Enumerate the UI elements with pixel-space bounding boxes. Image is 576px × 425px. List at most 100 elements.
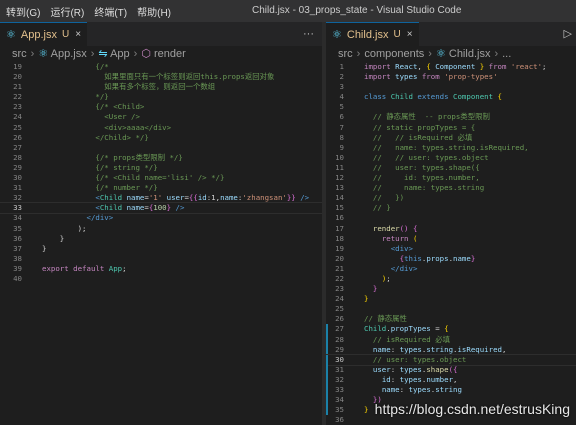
code-line[interactable]: 19 {/* (0, 62, 322, 72)
code-line[interactable]: 22 */} (0, 92, 322, 102)
breadcrumb-src[interactable]: src (12, 48, 27, 60)
code-editor-left[interactable]: 19 {/* 20 如果里面只有一个标签则返回this.props返回对象 21 如… (0, 62, 322, 425)
breadcrumb-file[interactable]: Child.jsx (449, 48, 491, 60)
code-line[interactable]: 27 Child.propTypes = { (326, 324, 576, 335)
code-line[interactable]: 31 user: types.shape({ (326, 364, 576, 375)
code-line[interactable]: 25 (326, 304, 576, 314)
code-line[interactable]: 4 class Child extends Component { (326, 92, 576, 102)
close-tab-icon[interactable]: × (407, 29, 413, 40)
code-line[interactable]: 30 {/* <Child name='lisi' /> */} (0, 173, 322, 183)
code-token: App (108, 263, 123, 273)
code-line[interactable]: 24 <User /> (0, 112, 322, 122)
code-line[interactable]: 18 return ( (326, 234, 576, 244)
code-line[interactable]: 26 </Child> */} (0, 133, 322, 143)
line-number: 28 (13, 152, 22, 162)
code-token: name (372, 344, 391, 354)
line-number: 29 (335, 344, 344, 354)
code-line[interactable]: 25 <div>aaaa</div> (0, 123, 322, 133)
code-line[interactable]: 29 name: types.string.isRequired, (326, 344, 576, 355)
code-line[interactable]: 23 {/* <Child> (0, 102, 322, 112)
code-line[interactable]: 15 // } (326, 203, 576, 213)
menu-item-goto[interactable]: 转到(G) (6, 4, 40, 19)
code-token: // } (364, 203, 391, 213)
code-line[interactable]: 10 // // user: types.object (326, 153, 576, 163)
code-line[interactable]: 19 <div> (326, 244, 576, 254)
code-line[interactable]: 22 ); (326, 274, 576, 284)
code-line[interactable]: 31 {/* number */} (0, 183, 322, 193)
code-token: div (95, 213, 109, 223)
code-line[interactable]: 21 如果有多个标签，则返回一个数组 (0, 82, 322, 92)
breadcrumb-src[interactable]: src (338, 48, 353, 60)
code-line[interactable]: 2 import types from 'prop-types' (326, 72, 576, 82)
code-line[interactable]: 23 } (326, 284, 576, 294)
line-number: 21 (13, 82, 22, 92)
code-line[interactable]: 20 {this.props.name} (326, 254, 576, 264)
menu-item-help[interactable]: 帮助(H) (137, 4, 171, 19)
line-number: 24 (13, 112, 22, 122)
run-icon[interactable]: ▷ (564, 22, 572, 46)
code-token: }} (286, 193, 296, 203)
menu-item-terminal[interactable]: 终端(T) (94, 4, 127, 19)
breadcrumb-method[interactable]: render (154, 48, 186, 60)
tab-app-jsx[interactable]: ⚛ App.jsx U × (0, 22, 88, 46)
code-line[interactable]: 33 <Child name={100} /> (0, 202, 322, 215)
code-line[interactable]: 12 // id: types.number, (326, 173, 576, 183)
code-line[interactable]: 26 // 静态属性 (326, 314, 576, 324)
code-line[interactable]: 32 <Child name='1' user={{id:1,name:'zha… (0, 193, 322, 203)
untracked-badge: U (61, 29, 70, 40)
code-line[interactable]: 33 name: types.string (326, 385, 576, 396)
breadcrumb-folder[interactable]: components (364, 48, 424, 60)
code-line[interactable]: 14 // }) (326, 193, 576, 203)
code-line[interactable]: 28 {/* props类型限制 */} (0, 153, 322, 163)
close-tab-icon[interactable]: × (75, 29, 81, 40)
code-token: name (220, 193, 238, 203)
breadcrumb-class[interactable]: App (110, 48, 130, 60)
line-number: 29 (13, 162, 22, 172)
code-line[interactable]: 6 // 静态属性 -- props类型限制 (326, 112, 576, 122)
breadcrumb-more[interactable]: ... (502, 48, 511, 60)
tab-child-jsx[interactable]: ⚛ Child.jsx U × (326, 22, 419, 46)
code-token: 'zhangsan' (242, 193, 287, 203)
line-number: 39 (13, 263, 22, 273)
code-line[interactable]: 20 如果里面只有一个标签则返回this.props返回对象 (0, 72, 322, 82)
code-line[interactable]: 3 (326, 82, 576, 92)
code-line[interactable]: 13 // name: types.string (326, 183, 576, 193)
code-line[interactable]: 16 (326, 213, 576, 223)
code-line[interactable]: 30 // user: types.object (326, 353, 576, 366)
code-line[interactable]: 24} (326, 294, 576, 304)
line-number: 9 (339, 142, 344, 152)
code-line[interactable]: 34 </div> (0, 213, 322, 223)
code-line[interactable]: 21 </div> (326, 264, 576, 274)
code-line[interactable]: 8 // // isRequired 必填 (326, 133, 576, 143)
code-editor-right[interactable]: 1 import React, { Component } from 'react… (326, 62, 576, 425)
code-line[interactable]: 28 // isRequired 必填 (326, 334, 576, 345)
code-line[interactable]: 35 ); (0, 224, 322, 234)
code-token: this (404, 253, 422, 263)
method-icon: ⬡ (141, 48, 154, 60)
code-line[interactable]: 17 render() { (326, 224, 576, 234)
code-line[interactable]: 27 (0, 143, 322, 153)
code-line[interactable]: 32 id: types.number, (326, 374, 576, 385)
code-line[interactable]: 37} (0, 244, 322, 254)
code-line[interactable]: 36 } (0, 234, 322, 244)
line-number: 36 (335, 415, 344, 425)
modified-line-marker (326, 324, 328, 335)
code-token: /> (175, 203, 185, 213)
menu-bar: 转到(G) 运行(R) 终端(T) 帮助(H) (6, 0, 181, 22)
breadcrumb-file[interactable]: App.jsx (51, 48, 87, 60)
code-line[interactable]: 1 import React, { Component } from 'react… (326, 62, 576, 72)
line-number: 27 (335, 324, 344, 334)
code-line[interactable]: 38 (0, 254, 322, 264)
code-line[interactable]: 29 {/* string */} (0, 163, 322, 173)
code-line[interactable]: 9 // name: types.string.isRequired, (326, 143, 576, 153)
code-token: propTypes (390, 324, 431, 334)
code-line[interactable]: 39 export default App; (0, 264, 322, 274)
menu-item-run[interactable]: 运行(R) (50, 4, 84, 19)
code-line[interactable]: 40 (0, 274, 322, 284)
code-line[interactable]: 5 (326, 102, 576, 112)
more-actions-icon[interactable]: ··· (303, 22, 314, 46)
code-line[interactable]: 11 // user: types.shape({ (326, 163, 576, 173)
code-token: from (488, 62, 507, 71)
code-line[interactable]: 7 // static propTypes = { (326, 123, 576, 133)
